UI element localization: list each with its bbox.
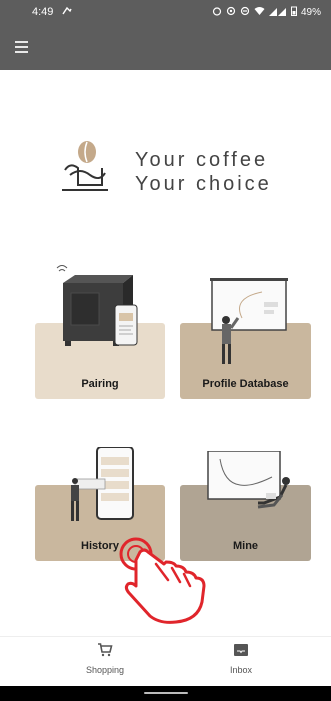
nav-shopping[interactable]: Shopping: [45, 643, 165, 675]
wifi-icon: [254, 6, 265, 19]
nav-inbox-label: Inbox: [229, 665, 253, 675]
whiteboard-presenter-illustration: [210, 278, 288, 364]
phone-history-illustration: [71, 447, 134, 521]
tagline-line2: Your choice: [135, 173, 272, 195]
coffee-machine-illustration: [56, 265, 138, 346]
relaxing-person-illustration: [207, 451, 290, 509]
nav-shopping-label: Shopping: [85, 665, 125, 675]
home-gesture-handle[interactable]: [144, 692, 188, 694]
app-bar: [0, 24, 331, 70]
alarm-icon: [212, 6, 222, 19]
profile-database-label: Profile Database: [202, 378, 289, 390]
tagline: Your coffee Your choice: [135, 148, 272, 196]
tap-hand-icon: [119, 537, 206, 624]
eye-icon: [226, 6, 236, 19]
coffee-logo-icon: [62, 141, 108, 191]
profile-database-card[interactable]: Profile Database: [180, 278, 311, 399]
nav-inbox[interactable]: Inbox: [181, 643, 301, 675]
notification-icon: [61, 5, 73, 20]
status-bar: 4:49 49%: [0, 0, 331, 24]
battery-icon: [290, 6, 297, 19]
bottom-nav: Shopping Inbox: [0, 636, 331, 687]
pairing-card[interactable]: Pairing: [35, 265, 165, 399]
pairing-label: Pairing: [81, 378, 119, 390]
status-time: 4:49: [32, 6, 54, 18]
cart-icon: [98, 643, 113, 657]
tagline-line1: Your coffee: [135, 149, 269, 171]
system-gesture-bar: [0, 686, 331, 701]
hero-banner: Your coffee Your choice: [60, 140, 300, 200]
dnd-icon: [240, 6, 250, 19]
battery-percent: 49%: [300, 6, 321, 18]
inbox-icon: [234, 644, 248, 656]
signal-icon: [268, 6, 287, 19]
hamburger-menu-icon[interactable]: [8, 34, 34, 60]
